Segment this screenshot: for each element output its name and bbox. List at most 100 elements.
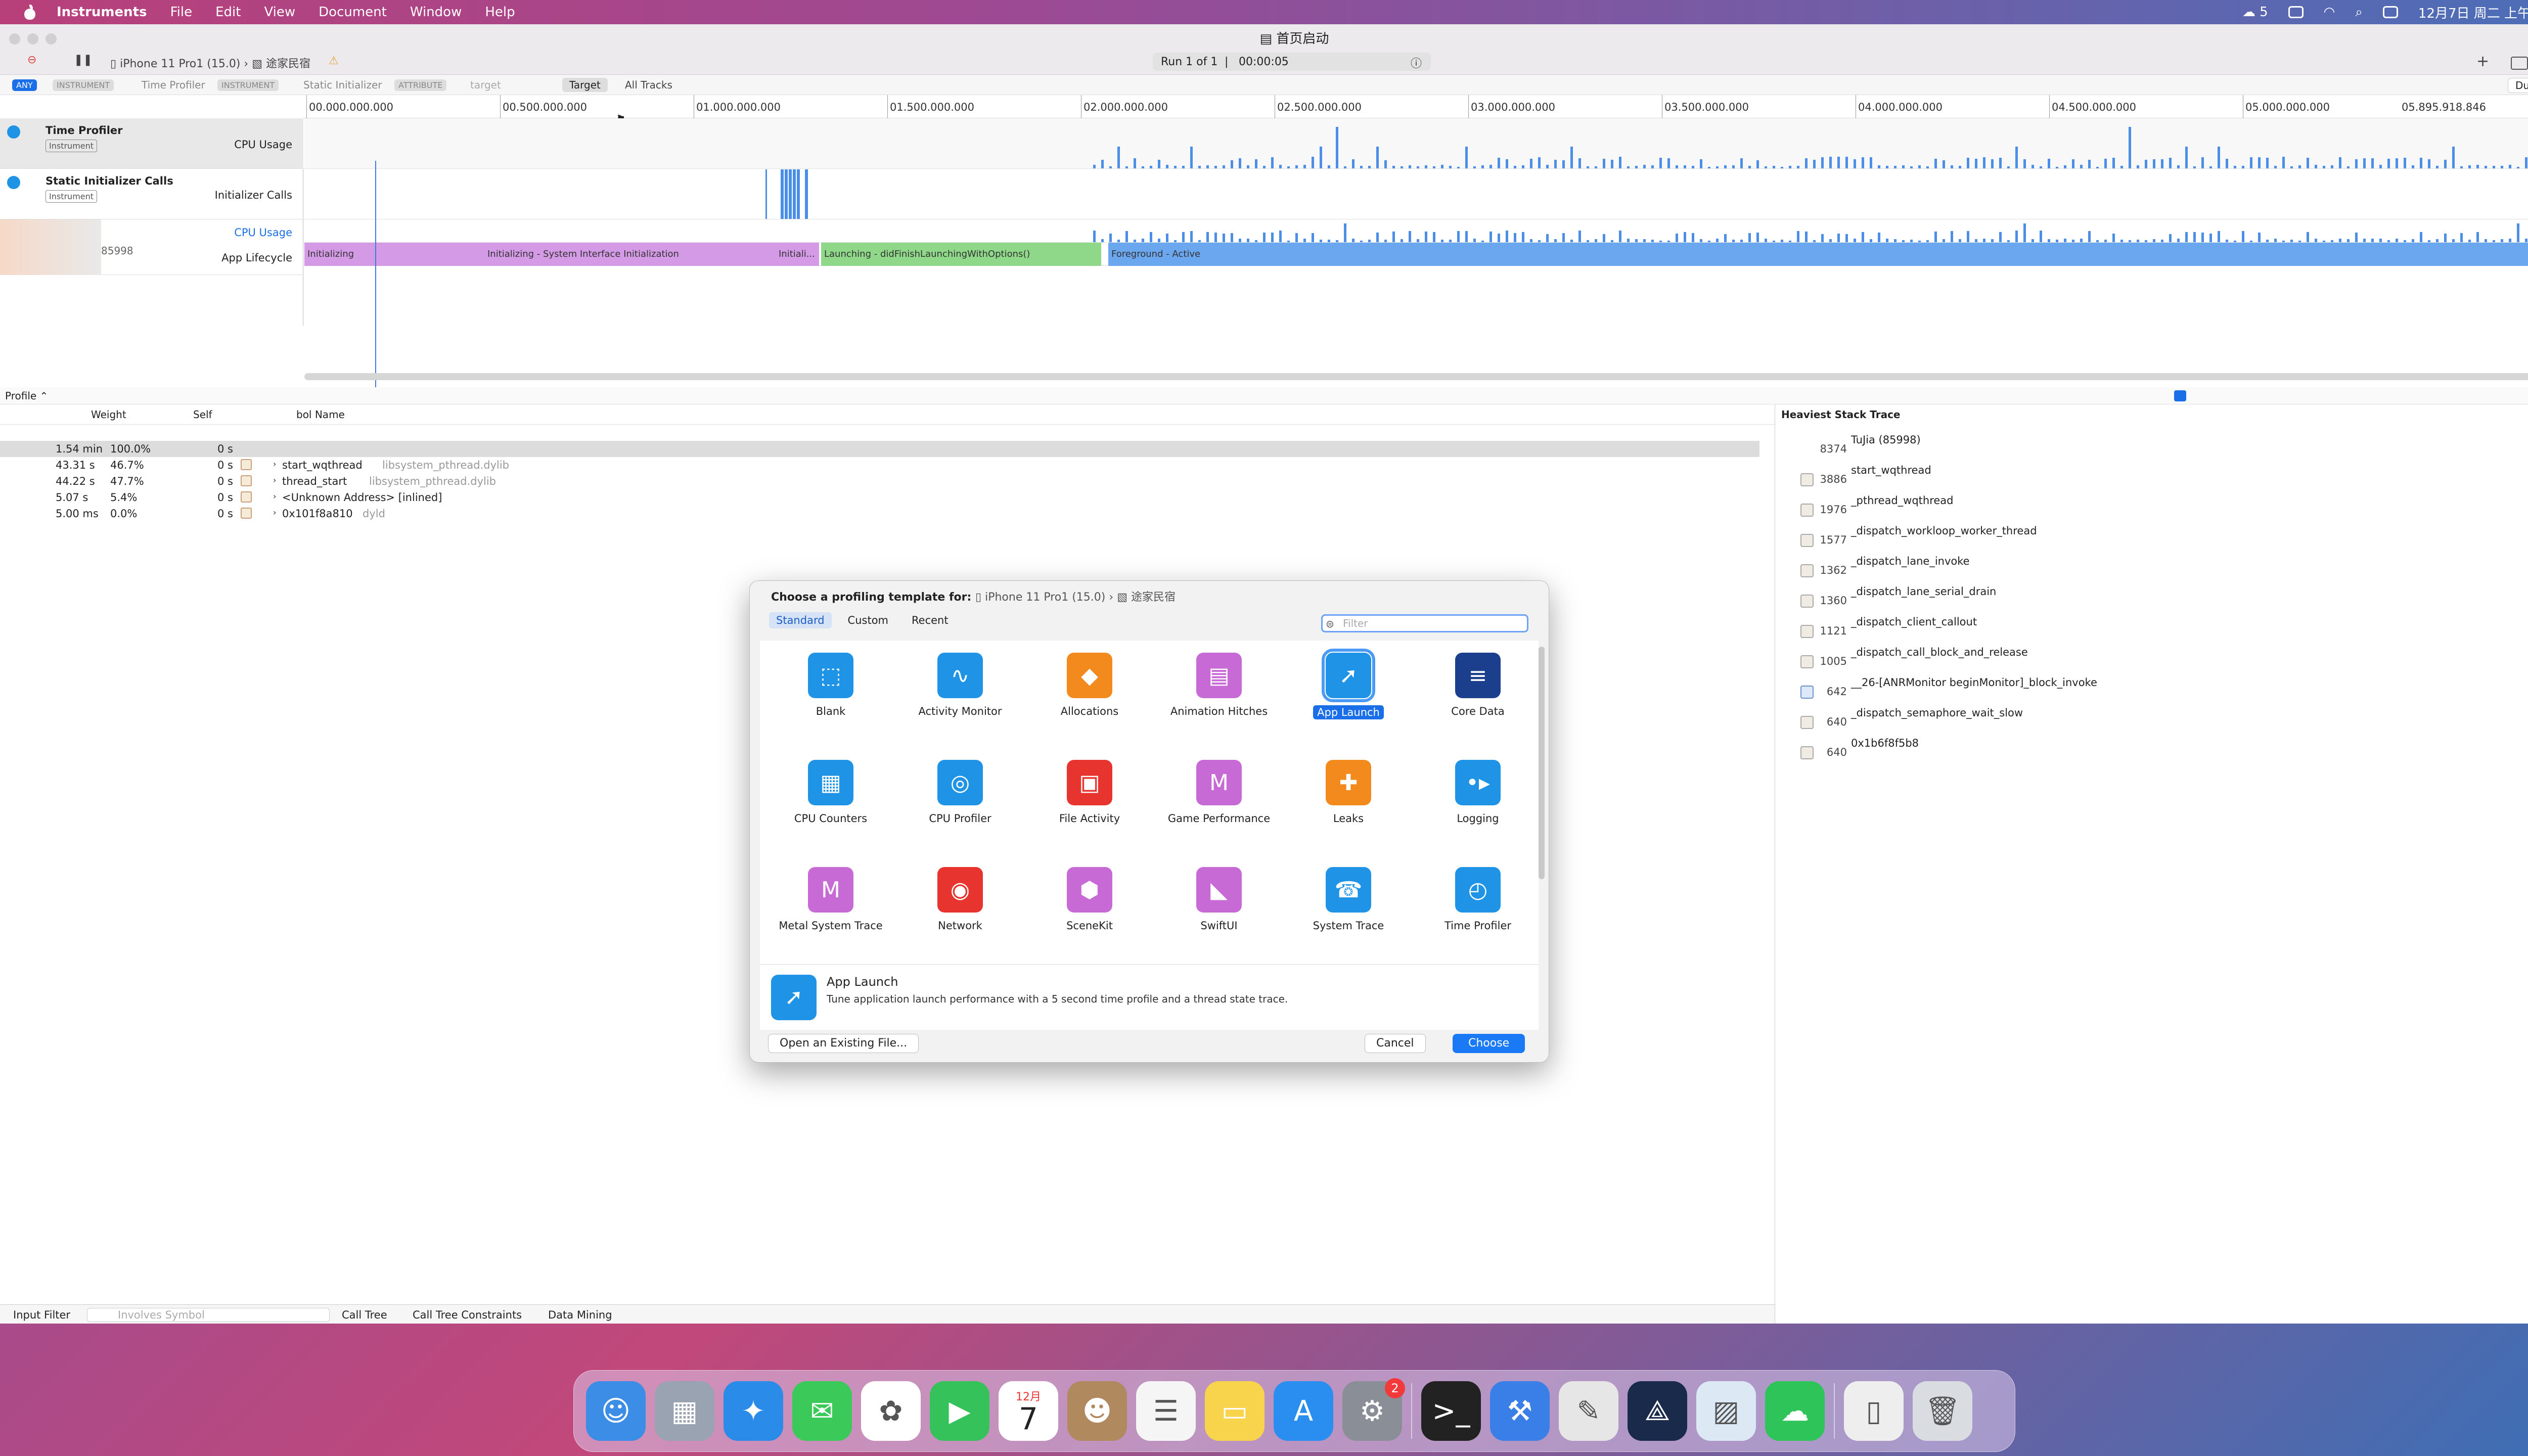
disclosure-icon[interactable]: › bbox=[273, 459, 276, 469]
wifi-icon[interactable]: ◠ bbox=[2324, 5, 2335, 20]
stack-frame-row[interactable]: 640 _dispatch_semaphore_wait_slow bbox=[1800, 707, 2528, 737]
template-scenekit[interactable]: ⬢ SceneKit bbox=[1034, 867, 1145, 968]
menu-document[interactable]: Document bbox=[319, 5, 387, 20]
clock[interactable]: 12月7日 周二 上午11:52 bbox=[2418, 3, 2528, 22]
track-time-profiler[interactable]: Time Profiler Instrument CPU Usage bbox=[0, 118, 303, 169]
dock-wechat-icon[interactable]: ☁ bbox=[1765, 1381, 1825, 1441]
stack-frame-row[interactable]: 640 0x1b6f8f5b8 bbox=[1800, 737, 2528, 767]
stack-frame-row[interactable]: 1121 _dispatch_client_callout bbox=[1800, 616, 2528, 646]
menu-app-instruments[interactable]: Instruments bbox=[57, 5, 147, 20]
menu-edit[interactable]: Edit bbox=[215, 5, 241, 20]
dock-contacts-icon[interactable]: ☻ bbox=[1067, 1381, 1127, 1441]
col-self[interactable]: Self bbox=[193, 408, 212, 421]
call-tree-button[interactable]: Call Tree bbox=[342, 1309, 387, 1321]
app-lifecycle-lane[interactable]: Initializing Initializing - System Interf… bbox=[304, 243, 2528, 266]
template-allocations[interactable]: ◆ Allocations bbox=[1034, 653, 1145, 754]
attribute-chip[interactable]: ATTRIBUTE bbox=[394, 79, 447, 91]
record-stop-icon[interactable]: ⊖ bbox=[27, 54, 36, 66]
call-tree-row[interactable]: 5.07 s 5.4% 0 s › <Unknown Address> [inlined… bbox=[0, 489, 1759, 506]
template-game-performance[interactable]: M Game Performance bbox=[1163, 760, 1275, 861]
template-file-activity[interactable]: ▣ File Activity bbox=[1034, 760, 1145, 861]
extended-detail-icon[interactable] bbox=[2174, 390, 2186, 401]
add-instrument-icon[interactable]: + bbox=[2476, 53, 2489, 70]
tab-standard[interactable]: Standard bbox=[769, 612, 832, 628]
track-static-initializer[interactable]: Static Initializer Calls Instrument Init… bbox=[0, 169, 303, 219]
minimize-window-button[interactable] bbox=[27, 33, 38, 44]
control-center-icon[interactable] bbox=[2382, 6, 2398, 18]
track-process[interactable]: 85998 CPU Usage App Lifecycle bbox=[0, 219, 303, 275]
stack-frame-row[interactable]: 642 __26-[ANRMonitor beginMonitor]_block_… bbox=[1800, 676, 2528, 707]
profile-selector[interactable]: Profile ⌃ bbox=[5, 390, 48, 402]
lifecycle-segment[interactable]: Launching - didFinishLaunchingWithOption… bbox=[821, 243, 1101, 266]
disclosure-icon[interactable]: › bbox=[273, 508, 276, 517]
stack-frame-row[interactable]: 3886 start_wqthread bbox=[1800, 464, 2528, 494]
dock-facetime-icon[interactable]: ▶ bbox=[930, 1381, 989, 1441]
tab-custom[interactable]: Custom bbox=[841, 612, 895, 628]
menu-window[interactable]: Window bbox=[410, 5, 462, 20]
timeline-scrollbar[interactable] bbox=[304, 373, 2528, 380]
tab-recent[interactable]: Recent bbox=[905, 612, 956, 628]
call-tree-row[interactable]: 44.22 s 47.7% 0 s › thread_start libsystem_pt… bbox=[0, 473, 1759, 489]
dock-script-editor-icon[interactable]: ✎ bbox=[1559, 1381, 1618, 1441]
toggle-detail-icon[interactable] bbox=[2511, 57, 2528, 70]
wechat-status-icon[interactable]: ☁ 5 bbox=[2242, 5, 2268, 20]
dock-launchpad-icon[interactable]: ▦ bbox=[655, 1381, 714, 1441]
lifecycle-segment[interactable]: Initiali... bbox=[776, 243, 819, 266]
dock-app-store-icon[interactable]: A bbox=[1274, 1381, 1333, 1441]
call-tree-row[interactable]: 5.00 ms 0.0% 0 s › 0x101f8a810 dyld bbox=[0, 506, 1759, 522]
template-scrollbar[interactable] bbox=[1539, 647, 1545, 879]
dock-photos-icon[interactable]: ✿ bbox=[861, 1381, 921, 1441]
dock-notes-icon[interactable]: ▭ bbox=[1205, 1381, 1265, 1441]
target-filter-input[interactable]: target bbox=[470, 79, 501, 91]
col-weight[interactable]: Weight bbox=[91, 408, 126, 421]
dock-messages-icon[interactable]: ✉ bbox=[792, 1381, 852, 1441]
template-leaks[interactable]: ✚ Leaks bbox=[1293, 760, 1404, 861]
stack-frame-row[interactable]: 1577 _dispatch_workloop_worker_thread bbox=[1800, 525, 2528, 555]
template-system-trace[interactable]: ☎ System Trace bbox=[1293, 867, 1404, 968]
timeline-ruler[interactable]: 00.000.000.000 00.500.000.000 01.000.000.0… bbox=[303, 95, 2528, 118]
warning-icon[interactable]: ⚠ bbox=[329, 55, 339, 67]
disclosure-icon[interactable]: › bbox=[273, 491, 276, 501]
any-filter-chip[interactable]: ANY bbox=[12, 79, 37, 91]
apple-icon[interactable] bbox=[23, 5, 36, 20]
involves-symbol-input[interactable]: Involves Symbol bbox=[87, 1308, 330, 1322]
dock-terminal-icon[interactable]: >_ bbox=[1421, 1381, 1481, 1441]
template-animation-hitches[interactable]: ▤ Animation Hitches bbox=[1163, 653, 1275, 754]
template-time-profiler[interactable]: ◴ Time Profiler bbox=[1422, 867, 1533, 968]
disclosure-icon[interactable]: › bbox=[273, 475, 276, 485]
stack-frame-row[interactable]: 8374 TuJia (85998) bbox=[1800, 434, 2528, 464]
template-swiftui[interactable]: ◣ SwiftUI bbox=[1163, 867, 1275, 968]
choose-button[interactable]: Choose bbox=[1453, 1034, 1525, 1053]
data-mining-button[interactable]: Data Mining bbox=[548, 1309, 612, 1321]
info-icon[interactable]: ⓘ bbox=[1411, 55, 1422, 71]
zoom-window-button[interactable] bbox=[46, 33, 57, 44]
duplicate-button[interactable]: Duplicate bbox=[2508, 78, 2528, 93]
close-window-button[interactable] bbox=[9, 33, 20, 44]
call-tree-row[interactable]: 43.31 s 46.7% 0 s › start_wqthread libsystem_… bbox=[0, 457, 1759, 473]
template-cpu-counters[interactable]: ▦ CPU Counters bbox=[775, 760, 886, 861]
process-cpu-lane[interactable] bbox=[304, 219, 2528, 243]
template-logging[interactable]: •▸ Logging bbox=[1422, 760, 1533, 861]
template-network[interactable]: ◉ Network bbox=[905, 867, 1016, 968]
initializer-calls-lane[interactable] bbox=[304, 169, 2528, 219]
dock-trash-icon[interactable]: 🗑 bbox=[1913, 1381, 1972, 1441]
template-filter-input[interactable]: ⊜ Filter bbox=[1321, 614, 1528, 632]
stack-frame-row[interactable]: 1005 _dispatch_call_block_and_release bbox=[1800, 646, 2528, 676]
dock-ipa-file-icon[interactable]: ▯ bbox=[1844, 1381, 1904, 1441]
spotlight-icon[interactable]: ⌕ bbox=[2355, 5, 2363, 20]
lifecycle-segment[interactable]: Initializing bbox=[304, 243, 484, 266]
instrument-chip-2[interactable]: INSTRUMENT bbox=[217, 79, 279, 91]
col-symbol[interactable]: bol Name bbox=[296, 408, 345, 421]
instrument-filter-value[interactable]: Time Profiler bbox=[142, 79, 205, 91]
playhead[interactable] bbox=[375, 161, 376, 393]
instrument-chip[interactable]: INSTRUMENT bbox=[53, 79, 114, 91]
call-tree-row[interactable]: 1.54 min 100.0% 0 s bbox=[0, 441, 1759, 457]
template-blank[interactable]: ⬚ Blank bbox=[775, 653, 886, 754]
pause-icon[interactable]: ❚❚ bbox=[74, 54, 93, 66]
cpu-usage-lane[interactable] bbox=[304, 118, 2528, 169]
all-tracks-button[interactable]: All Tracks bbox=[625, 79, 672, 91]
cancel-button[interactable]: Cancel bbox=[1365, 1034, 1426, 1053]
lifecycle-segment[interactable]: Foreground - Active bbox=[1108, 243, 2528, 266]
template-core-data[interactable]: ≡ Core Data bbox=[1422, 653, 1533, 754]
dock-safari-icon[interactable]: ✦ bbox=[724, 1381, 783, 1441]
